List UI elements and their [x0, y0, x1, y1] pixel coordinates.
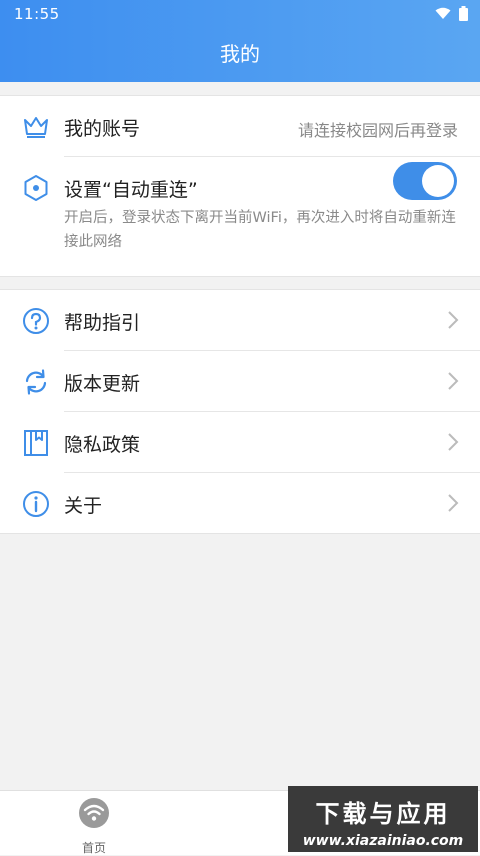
- menu-item-about[interactable]: 关于: [0, 473, 480, 533]
- help-circle-icon: [23, 308, 49, 334]
- app-header: 11:55 我的: [0, 0, 480, 82]
- book-icon: [24, 430, 48, 456]
- tab-home-label: 首页: [81, 841, 106, 855]
- status-bar: 11:55: [0, 0, 480, 28]
- refresh-icon: [25, 369, 47, 395]
- menu-item-label: 隐私政策: [64, 434, 141, 456]
- status-time: 11:55: [14, 5, 60, 23]
- menu-card: 帮助指引 版本更新 隐私政策 关于: [0, 289, 480, 534]
- watermark-logo: 下载与应用 www.xiazainiao.com: [288, 786, 478, 852]
- wifi-signal-icon: [435, 7, 451, 19]
- crown-icon: [24, 117, 48, 138]
- auto-reconnect-label: 设置“自动重连”: [64, 179, 198, 201]
- chevron-right-icon: [448, 433, 459, 451]
- tab-home[interactable]: 首页: [70, 797, 118, 855]
- wifi-circle-icon: [79, 798, 109, 828]
- page-title: 我的: [220, 42, 260, 66]
- menu-item-update[interactable]: 版本更新: [0, 351, 480, 411]
- chevron-right-icon: [448, 494, 459, 512]
- chevron-right-icon: [448, 311, 459, 329]
- chevron-right-icon: [448, 372, 459, 390]
- auto-reconnect-toggle[interactable]: [393, 162, 457, 200]
- info-icon: [23, 491, 49, 517]
- menu-item-label: 版本更新: [64, 373, 141, 395]
- my-account-label: 我的账号: [64, 118, 141, 140]
- menu-item-help[interactable]: 帮助指引: [0, 290, 480, 350]
- menu-item-label: 帮助指引: [64, 312, 141, 334]
- menu-item-privacy[interactable]: 隐私政策: [0, 412, 480, 472]
- watermark-url: www.xiazainiao.com: [302, 833, 464, 849]
- my-account-row[interactable]: 我的账号 请连接校园网后再登录: [0, 96, 480, 156]
- menu-item-label: 关于: [64, 495, 103, 517]
- toggle-knob: [422, 165, 454, 197]
- battery-icon: [459, 6, 468, 21]
- watermark-main-text: 下载与应用: [315, 800, 451, 828]
- auto-reconnect-description: 开启后，登录状态下离开当前WiFi，再次进入时将自动重新连接此网络: [64, 210, 456, 250]
- login-hint: 请连接校园网后再登录: [297, 121, 458, 140]
- hexagon-settings-icon: [24, 175, 48, 201]
